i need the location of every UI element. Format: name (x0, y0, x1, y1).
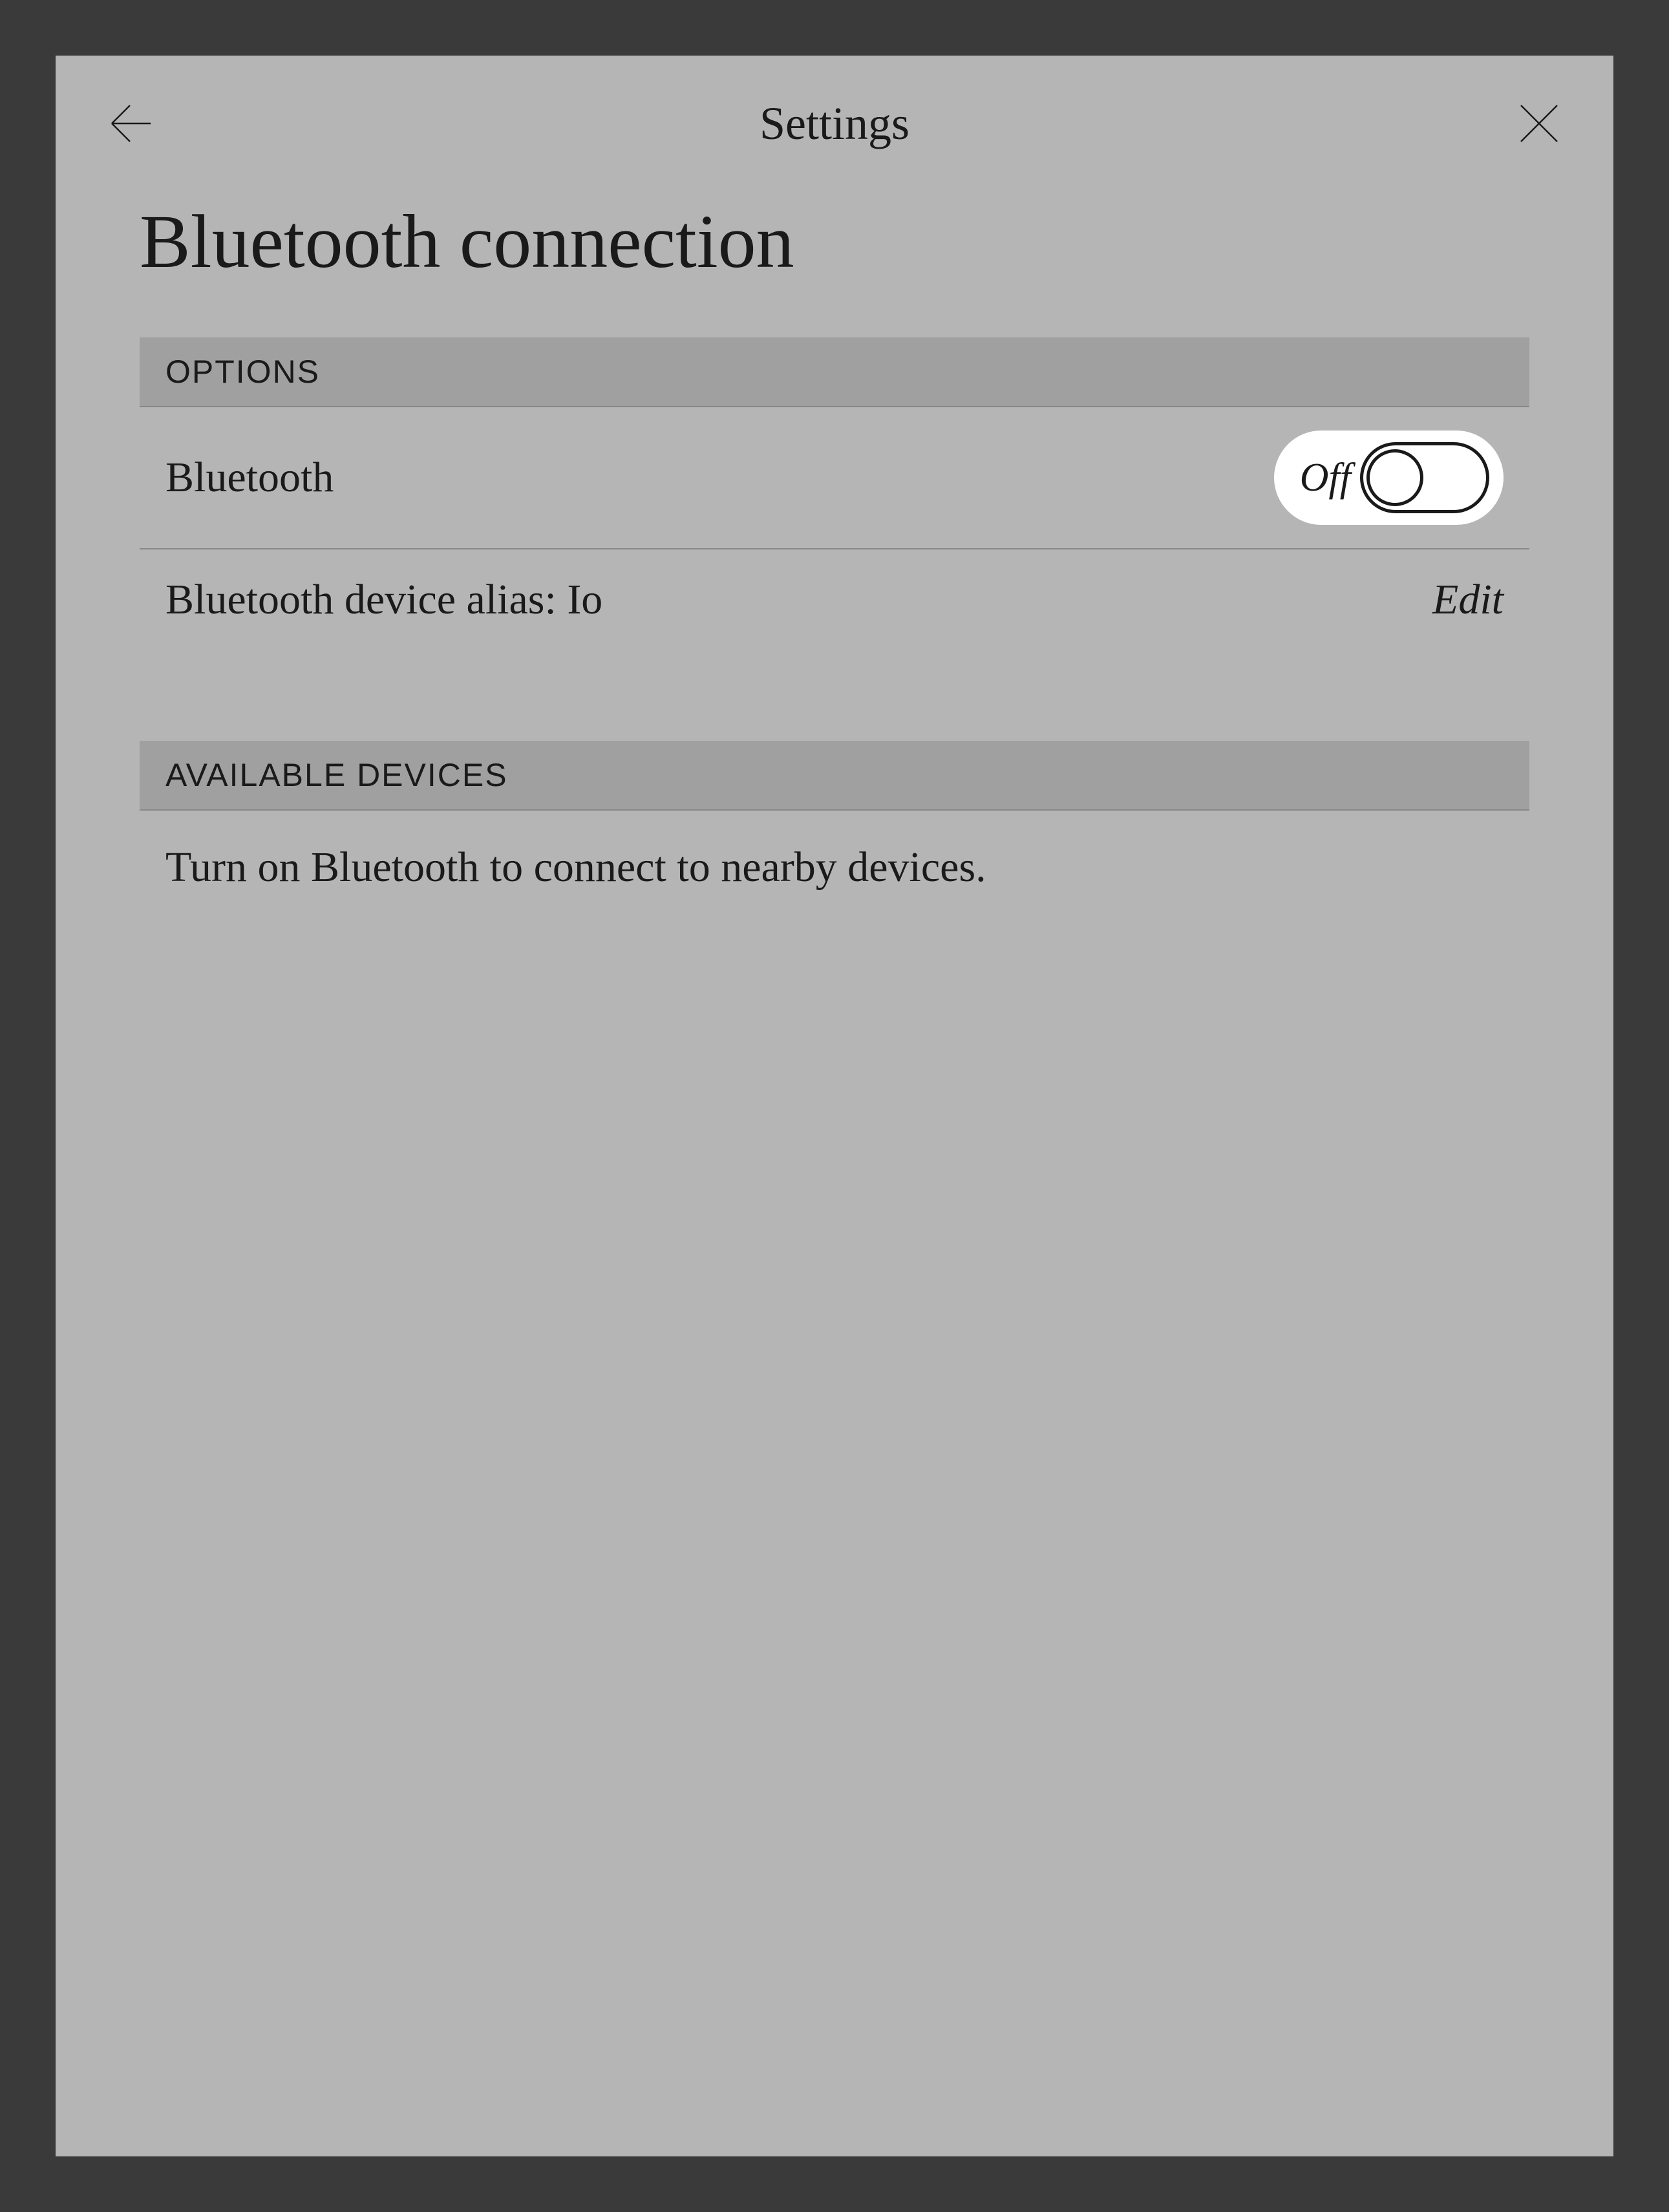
toggle-track-icon (1360, 442, 1489, 513)
options-section-header: OPTIONS (140, 337, 1529, 407)
back-button[interactable] (101, 94, 159, 153)
close-icon (1513, 98, 1565, 149)
toggle-state-label: Off (1300, 455, 1351, 501)
header-title: Settings (159, 97, 1510, 151)
header-bar: Settings (56, 56, 1613, 178)
bluetooth-toggle-row: Bluetooth Off (140, 407, 1529, 549)
page-title: Bluetooth connection (56, 178, 1613, 337)
settings-panel: Settings Bluetooth connection OPTIONS Bl… (56, 56, 1613, 2156)
edit-alias-button[interactable]: Edit (1432, 575, 1504, 624)
bluetooth-label: Bluetooth (165, 453, 334, 502)
close-button[interactable] (1510, 94, 1568, 153)
content-area: OPTIONS Bluetooth Off Bluetooth device a… (56, 337, 1613, 924)
available-devices-section-header: AVAILABLE DEVICES (140, 741, 1529, 811)
section-spacer (140, 650, 1529, 741)
bluetooth-off-message: Turn on Bluetooth to connect to nearby d… (140, 811, 1529, 924)
back-arrow-icon (104, 98, 156, 149)
device-alias-row: Bluetooth device alias: Io Edit (140, 549, 1529, 650)
toggle-thumb-icon (1366, 449, 1423, 506)
device-alias-label: Bluetooth device alias: Io (165, 575, 602, 624)
bluetooth-toggle[interactable]: Off (1274, 431, 1504, 525)
